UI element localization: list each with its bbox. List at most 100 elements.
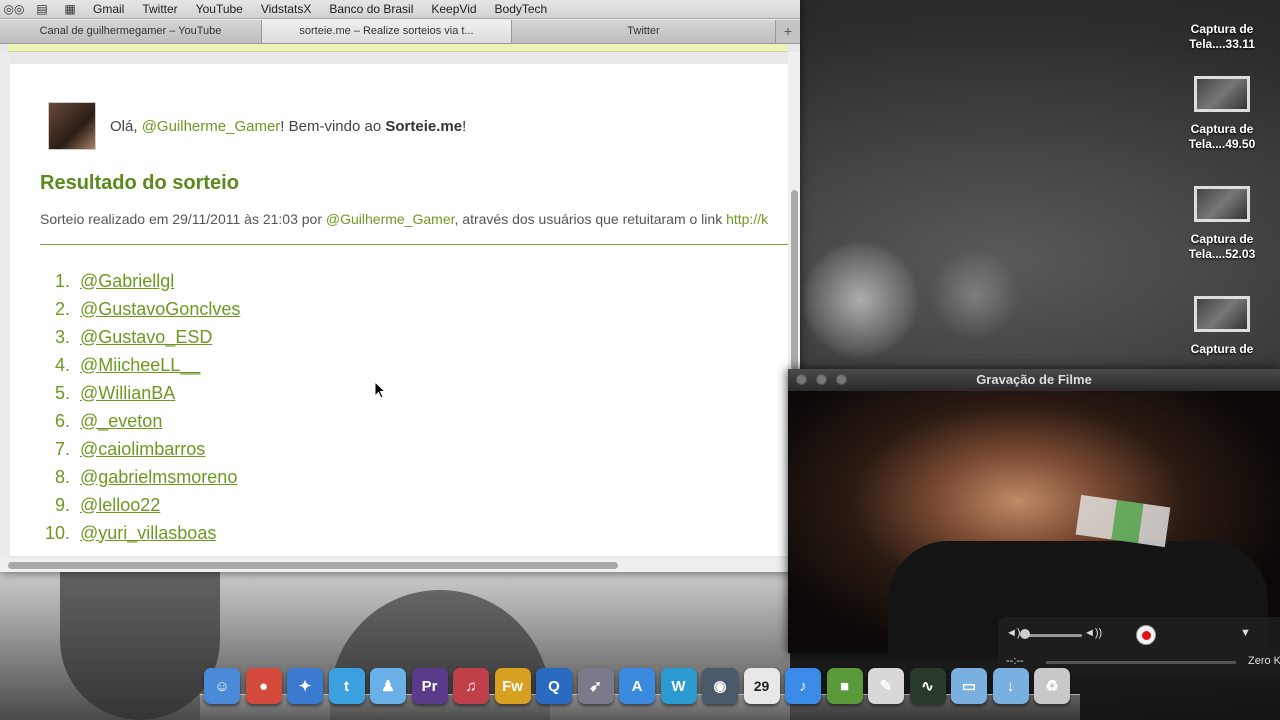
- wallpaper-shape: [60, 570, 220, 720]
- screenshot-thumbnail: [1194, 186, 1250, 222]
- welcome-text: Olá, @Guilherme_Gamer! Bem-vindo ao Sort…: [110, 118, 466, 135]
- desktop-file-label: Captura de: [1190, 122, 1254, 136]
- browser-window: ◎◎ ▤ ▦ Gmail Twitter YouTube VidstatsX B…: [0, 0, 800, 572]
- screenshot-thumbnail: [1176, 0, 1268, 22]
- volume-slider[interactable]: [1022, 634, 1082, 637]
- list-item: 2. @GustavoGonclves: [40, 295, 240, 323]
- minecraft-icon[interactable]: ■: [826, 668, 863, 704]
- scrollbar-thumb[interactable]: [791, 190, 798, 370]
- list-item: 9. @lelloo22: [40, 491, 240, 519]
- chrome-icon[interactable]: ●: [245, 668, 282, 704]
- options-dropdown-icon[interactable]: ▼: [1240, 627, 1251, 639]
- bookmark-gmail[interactable]: Gmail: [84, 2, 133, 16]
- safari-icon[interactable]: ✦: [287, 668, 323, 704]
- bookmark-vidstatsx[interactable]: VidstatsX: [252, 2, 320, 16]
- desktop-file-label: Tela....52.03: [1188, 247, 1256, 261]
- desktop-file-screenshot[interactable]: Captura de Tela....33.11: [1176, 0, 1268, 52]
- volume-slider-knob[interactable]: [1020, 629, 1030, 639]
- desktop-file-label: Tela....33.11: [1189, 37, 1255, 51]
- zoom-button[interactable]: [836, 374, 847, 385]
- bokeh-light: [930, 250, 1020, 340]
- word-icon[interactable]: W: [660, 668, 697, 704]
- list-item: 1. @Gabriellgl: [40, 267, 240, 295]
- activity-monitor-icon[interactable]: ∿: [909, 668, 946, 704]
- list-item: 5. @WillianBA: [40, 379, 240, 407]
- winner-link[interactable]: @yuri_villasboas: [80, 523, 216, 544]
- list-item: 3. @Gustavo_ESD: [40, 323, 240, 351]
- record-button[interactable]: [1136, 625, 1156, 645]
- recording-progress: [1046, 661, 1236, 664]
- desktop-file-screenshot[interactable]: Captura de Tela....52.03: [1176, 186, 1268, 262]
- twitter-icon[interactable]: t: [328, 668, 365, 704]
- trash-icon[interactable]: ♻: [1034, 668, 1070, 704]
- draw-info-link[interactable]: http://k: [726, 211, 768, 227]
- tab-youtube-channel[interactable]: Canal de guilhermegamer – YouTube: [0, 20, 262, 43]
- user-link[interactable]: @Guilherme_Gamer: [142, 118, 281, 135]
- draw-info-suffix: , através dos usuários que retuitaram o …: [454, 211, 727, 227]
- volume-high-icon: ◄)): [1084, 627, 1103, 639]
- folder-icon[interactable]: ▭: [951, 668, 987, 704]
- desktop-file-label: Captura de: [1190, 22, 1254, 36]
- page-title: Resultado do sorteio: [40, 172, 239, 194]
- horizontal-scrollbar[interactable]: [0, 558, 788, 572]
- premiere-icon[interactable]: Pr: [411, 668, 448, 704]
- greeting-suffix: !: [462, 117, 467, 135]
- minimize-button[interactable]: [816, 374, 827, 385]
- list-item: 6. @_eveton: [40, 407, 240, 435]
- scrollbar-thumb[interactable]: [8, 562, 618, 569]
- screenshot-thumbnail: [1194, 296, 1250, 332]
- fireworks-icon[interactable]: Fw: [494, 668, 531, 704]
- preview-icon[interactable]: ✎: [868, 668, 904, 704]
- winner-link[interactable]: @GustavoGonclves: [80, 299, 240, 320]
- calendar-icon[interactable]: 29: [743, 668, 780, 704]
- winner-number: 10.: [44, 522, 70, 543]
- desktop-file-screenshot[interactable]: Captura de Tela....49.50: [1176, 76, 1268, 152]
- tab-sorteie-me[interactable]: sorteie.me – Realize sorteios via t...: [262, 20, 512, 43]
- appstore-icon[interactable]: A: [619, 668, 655, 704]
- messenger-icon[interactable]: ♟: [370, 668, 406, 704]
- list-item: 4. @MiicheeLL__: [40, 351, 240, 379]
- bookmark-youtube[interactable]: YouTube: [187, 2, 252, 16]
- bookmarks-book-icon[interactable]: ▤: [28, 2, 56, 16]
- winner-link[interactable]: @WillianBA: [80, 383, 175, 404]
- draw-info-user-link[interactable]: @Guilherme_Gamer: [326, 211, 455, 227]
- close-button[interactable]: [796, 374, 807, 385]
- winner-number: 7.: [54, 438, 70, 459]
- movie-window-title: Gravação de Filme: [788, 369, 1280, 391]
- bookmarks-bar: ◎◎ ▤ ▦ Gmail Twitter YouTube VidstatsX B…: [0, 0, 800, 19]
- camera-icon[interactable]: ◉: [702, 668, 738, 704]
- winner-link[interactable]: @_eveton: [80, 411, 162, 432]
- bookmark-bodytech[interactable]: BodyTech: [486, 2, 557, 16]
- winner-link[interactable]: @lelloo22: [80, 495, 160, 516]
- quicktime-icon[interactable]: Q: [536, 668, 572, 704]
- soundbooth-icon[interactable]: ♫: [453, 668, 489, 704]
- screenshot-thumbnail: [1194, 76, 1250, 112]
- launchpad-icon[interactable]: ➹: [577, 668, 614, 704]
- winner-number: 9.: [54, 494, 70, 515]
- finder-icon[interactable]: ☺: [204, 668, 240, 704]
- desktop-file-label: Captura de: [1190, 232, 1254, 246]
- bookmark-twitter[interactable]: Twitter: [133, 2, 186, 16]
- winner-link[interactable]: @MiicheeLL__: [80, 355, 200, 376]
- greeting-middle: ! Bem-vindo ao: [280, 117, 386, 135]
- winner-link[interactable]: @caiolimbarros: [80, 439, 205, 460]
- reading-list-icon[interactable]: ◎◎: [0, 2, 28, 16]
- winner-link[interactable]: @Gabriellgl: [80, 271, 174, 292]
- volume-low-icon: ◄): [1006, 627, 1021, 639]
- recording-controls: ◄) ◄)) ▼ --:-- Zero K: [998, 617, 1280, 675]
- desktop-file-screenshot[interactable]: Captura de: [1176, 296, 1268, 357]
- top-sites-grid-icon[interactable]: ▦: [56, 2, 84, 16]
- desktop-file-label: Captura de: [1190, 342, 1254, 356]
- recording-time: --:--: [1006, 655, 1024, 667]
- winner-link[interactable]: @gabrielmsmoreno: [80, 467, 237, 488]
- bookmark-banco-do-brasil[interactable]: Banco do Brasil: [320, 2, 422, 16]
- site-name: Sorteie.me: [385, 117, 463, 135]
- new-tab-button[interactable]: +: [776, 20, 800, 43]
- downloads-folder-icon[interactable]: ↓: [992, 668, 1029, 704]
- winner-link[interactable]: @Gustavo_ESD: [80, 327, 212, 348]
- bookmark-keepvid[interactable]: KeepVid: [422, 2, 485, 16]
- tab-twitter[interactable]: Twitter: [512, 20, 776, 43]
- webcam-preview: ◄) ◄)) ▼ --:-- Zero K: [788, 391, 1280, 675]
- movie-recording-window: ◄) ◄)) ▼ --:-- Zero K Gravação de Filme: [788, 369, 1280, 675]
- itunes-icon[interactable]: ♪: [785, 668, 821, 704]
